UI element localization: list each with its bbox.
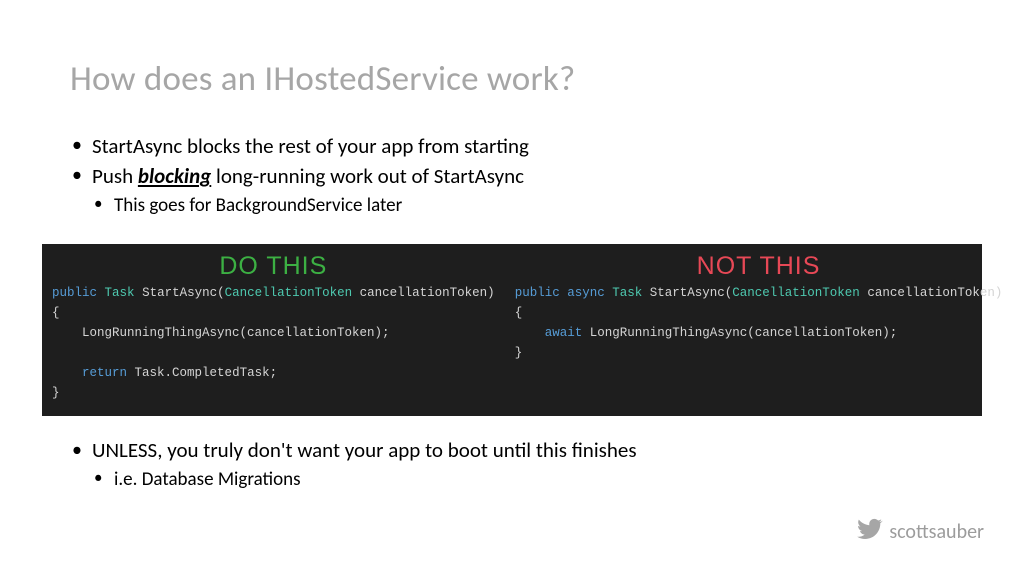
bullet-1: StartAsync blocks the rest of your app f… xyxy=(70,132,974,160)
code-right-column: NOT THIS public async Task StartAsync(Ca… xyxy=(505,244,1013,416)
code-left-column: DO THIS public Task StartAsync(Cancellat… xyxy=(42,244,505,416)
bullet-3-sub: i.e. Database Migrations xyxy=(92,467,974,493)
bullet-3: UNLESS, you truly don't want your app to… xyxy=(70,436,974,493)
twitter-icon xyxy=(857,516,883,548)
twitter-handle-text: scottsauber xyxy=(889,520,984,544)
content-top: StartAsync blocks the rest of your app f… xyxy=(70,132,974,220)
code-comparison: DO THIS public Task StartAsync(Cancellat… xyxy=(42,244,982,416)
slide-title: How does an IHostedService work? xyxy=(70,58,575,100)
bullet-2-emph: blocking xyxy=(138,163,211,189)
twitter-handle: scottsauber xyxy=(857,516,984,548)
slide: How does an IHostedService work? StartAs… xyxy=(0,0,1024,576)
content-bottom: UNLESS, you truly don't want your app to… xyxy=(70,436,974,493)
bullet-2-post: long-running work out of StartAsync xyxy=(211,163,524,189)
bullet-2-sub: This goes for BackgroundService later xyxy=(92,193,974,219)
code-left: public Task StartAsync(CancellationToken… xyxy=(52,283,495,403)
code-right: public async Task StartAsync(Cancellatio… xyxy=(515,283,1003,363)
bullet-2: Push blocking long-running work out of S… xyxy=(70,162,974,218)
do-this-header: DO THIS xyxy=(52,252,495,281)
not-this-header: NOT THIS xyxy=(515,252,1003,281)
bullet-2-pre: Push xyxy=(92,163,138,189)
